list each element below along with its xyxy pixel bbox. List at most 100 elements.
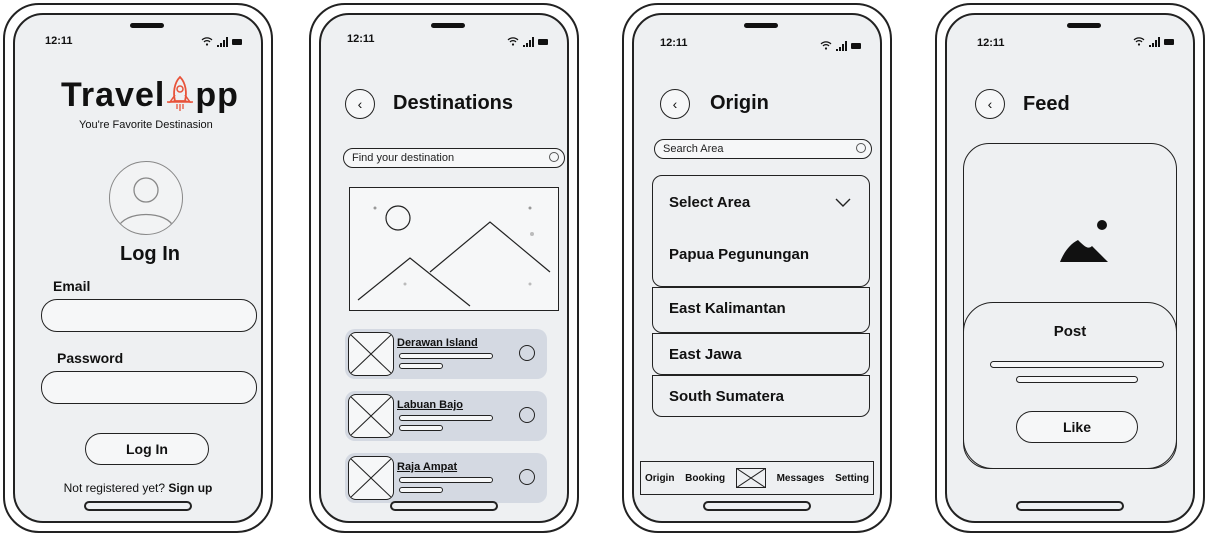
area-option: South Sumatera xyxy=(669,388,785,405)
select-radio[interactable] xyxy=(519,345,535,361)
destination-card[interactable]: Derawan Island xyxy=(345,329,547,379)
like-button[interactable]: Like xyxy=(1016,411,1138,443)
notch xyxy=(744,23,778,28)
page-title: Origin xyxy=(710,92,769,114)
status-time: 12:11 xyxy=(45,35,73,47)
back-button[interactable]: ‹ xyxy=(345,89,375,119)
wifi-icon xyxy=(507,37,519,46)
destination-name: Derawan Island xyxy=(397,337,478,349)
nav-booking[interactable]: Booking xyxy=(685,473,725,484)
email-label: Email xyxy=(53,278,91,294)
image-placeholder-icon xyxy=(348,456,394,500)
chevron-down-icon[interactable] xyxy=(835,198,851,208)
select-radio[interactable] xyxy=(519,469,535,485)
screen: 12:11 ‹ Origin Search Area Select Area P… xyxy=(632,13,882,523)
text-line-placeholder xyxy=(399,425,443,431)
chevron-left-icon: ‹ xyxy=(357,96,363,112)
app-logo: Travel pp xyxy=(61,75,239,115)
bottom-nav: Origin Booking Messages Setting xyxy=(640,461,874,495)
chevron-left-icon: ‹ xyxy=(672,96,678,112)
status-time: 12:11 xyxy=(977,37,1005,49)
phone-origin: 12:11 ‹ Origin Search Area Select Area P… xyxy=(622,3,892,533)
destination-name: Labuan Bajo xyxy=(397,399,464,411)
image-placeholder-icon xyxy=(348,394,394,438)
notch xyxy=(130,23,164,28)
text-line-placeholder xyxy=(399,363,443,369)
page-title: Feed xyxy=(1023,93,1070,115)
area-option-row[interactable]: East Kalimantan xyxy=(652,287,870,333)
status-time: 12:11 xyxy=(660,37,688,49)
area-search-input[interactable]: Search Area xyxy=(654,139,872,159)
signup-prompt: Not registered yet? xyxy=(63,481,166,495)
signal-icon xyxy=(836,41,847,51)
tagline: You're Favorite Destinasion xyxy=(79,119,213,131)
image-icon xyxy=(1060,220,1108,262)
hero-image-placeholder xyxy=(349,187,559,311)
search-placeholder: Find your destination xyxy=(352,152,455,164)
battery-icon xyxy=(538,39,548,45)
back-button[interactable]: ‹ xyxy=(975,89,1005,119)
rocket-icon xyxy=(167,75,194,111)
signal-icon xyxy=(217,37,228,47)
nav-setting[interactable]: Setting xyxy=(835,473,869,484)
password-field[interactable] xyxy=(41,371,257,404)
text-line-placeholder xyxy=(399,353,493,359)
login-button[interactable]: Log In xyxy=(85,433,209,465)
wifi-icon xyxy=(1133,37,1145,46)
logo-text-pp: pp xyxy=(195,76,239,114)
area-dropdown[interactable]: Select Area Papua Pegunungan xyxy=(652,175,870,287)
feed-post-card: Post Like xyxy=(963,143,1177,469)
email-field[interactable] xyxy=(41,299,257,332)
screen: 12:11 ‹ Destinations Find your destinati… xyxy=(319,13,569,523)
text-line-placeholder xyxy=(399,415,493,421)
status-icons xyxy=(201,33,242,47)
password-label: Password xyxy=(57,350,124,366)
notch xyxy=(431,23,465,28)
post-panel: Post Like xyxy=(963,302,1177,469)
mountain-image-icon xyxy=(357,205,551,307)
signup-row: Not registered yet? Sign up xyxy=(15,481,261,495)
phone-destinations: 12:11 ‹ Destinations Find your destinati… xyxy=(309,3,579,533)
battery-icon xyxy=(851,43,861,49)
status-icons xyxy=(1133,33,1174,47)
nav-messages[interactable]: Messages xyxy=(777,473,825,484)
home-indicator xyxy=(390,501,498,511)
screen: 12:11 ‹ Feed Post Like xyxy=(945,13,1195,523)
text-line-placeholder xyxy=(1016,376,1138,383)
select-radio[interactable] xyxy=(519,407,535,423)
signup-link[interactable]: Sign up xyxy=(168,481,212,495)
image-placeholder-icon xyxy=(735,468,766,488)
area-option[interactable]: Papua Pegunungan xyxy=(669,246,809,263)
login-heading: Log In xyxy=(120,243,180,265)
destination-card[interactable]: Raja Ampat xyxy=(345,453,547,503)
area-option: East Jawa xyxy=(669,346,742,363)
area-option-row[interactable]: East Jawa xyxy=(652,333,870,375)
area-option-row[interactable]: South Sumatera xyxy=(652,375,870,417)
status-icons xyxy=(820,37,861,51)
text-line-placeholder xyxy=(399,487,443,493)
status-icons xyxy=(507,33,548,47)
wifi-icon xyxy=(820,41,832,50)
search-icon xyxy=(856,143,866,153)
status-time: 12:11 xyxy=(347,33,375,45)
phone-feed: 12:11 ‹ Feed Post Like xyxy=(935,3,1205,533)
chevron-left-icon: ‹ xyxy=(987,96,993,112)
destination-card[interactable]: Labuan Bajo xyxy=(345,391,547,441)
back-button[interactable]: ‹ xyxy=(660,89,690,119)
logo-text-travel: Travel xyxy=(61,76,166,114)
screen: 12:11 Travel pp You're Favorite Destinas… xyxy=(13,13,263,523)
destination-name: Raja Ampat xyxy=(397,461,458,473)
image-placeholder-icon xyxy=(348,332,394,376)
phone-login: 12:11 Travel pp You're Favorite Destinas… xyxy=(3,3,273,533)
search-placeholder: Search Area xyxy=(663,143,724,155)
notch xyxy=(1067,23,1101,28)
signal-icon xyxy=(523,37,534,47)
home-indicator xyxy=(1016,501,1124,511)
page-title: Destinations xyxy=(393,92,514,114)
nav-origin[interactable]: Origin xyxy=(645,473,674,484)
text-line-placeholder xyxy=(399,477,493,483)
destination-search-input[interactable]: Find your destination xyxy=(343,148,565,168)
battery-icon xyxy=(232,39,242,45)
area-option: East Kalimantan xyxy=(669,300,786,317)
dropdown-label: Select Area xyxy=(669,194,751,211)
